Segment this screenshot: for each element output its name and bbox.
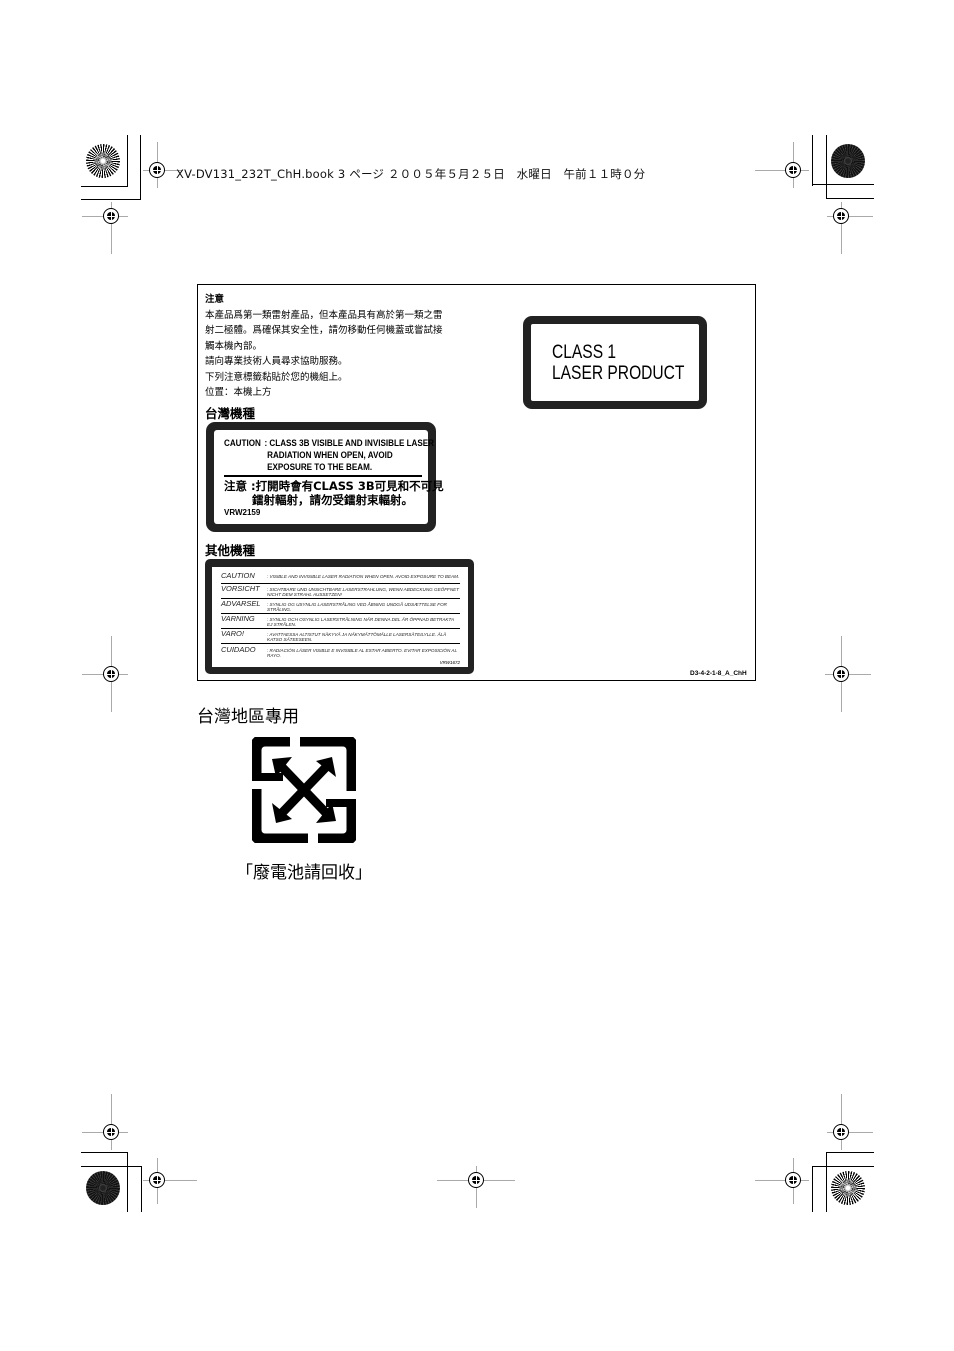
label-code: VRW2159 bbox=[224, 508, 261, 517]
crop-mark bbox=[826, 1152, 874, 1153]
notice-line: 觸本機內部。 bbox=[205, 340, 263, 352]
crop-mark bbox=[826, 1152, 827, 1212]
warning-text: : RADIACIÓN LÁSER VISIBLE E INVISIBLE AL… bbox=[267, 648, 457, 659]
crop-mark bbox=[826, 135, 827, 199]
language-key: ADVARSEL bbox=[221, 599, 261, 608]
crop-mark bbox=[127, 135, 128, 186]
warning-text: : SYNLIG OCH OSYNLIG LASERSTRÅLNING NÄR … bbox=[267, 617, 454, 628]
crop-mark bbox=[81, 186, 128, 187]
notice-line: 下列注意標籤黏貼於您的機組上。 bbox=[205, 371, 348, 383]
notice-title: 注意 bbox=[205, 294, 225, 305]
language-key: VORSICHT bbox=[221, 584, 260, 593]
registration-mark-icon bbox=[149, 1172, 165, 1188]
crop-mark bbox=[81, 1152, 128, 1153]
caution-zh-line: 鐳射輻射，請勿受鐳射束輻射。 bbox=[252, 493, 413, 507]
crop-mark bbox=[81, 1166, 141, 1167]
warning-text: : SYNLIG OG USYNLIG LASERSTRÅLING VED ÅB… bbox=[267, 602, 447, 613]
taiwan-model-heading: 台灣機種 bbox=[205, 406, 256, 421]
registration-mark-icon bbox=[833, 1124, 849, 1140]
crop-mark bbox=[812, 135, 813, 186]
recycle-caption: 「廢電池請回收」 bbox=[236, 863, 372, 883]
crop-mark bbox=[826, 198, 874, 199]
multilingual-caution-label: CAUTION : VISIBLE AND INVISIBLE LASER RA… bbox=[205, 559, 474, 674]
warning-text: : AVATTAESSA ALTISTUT NÄKYVÄ JA NÄKYMÄTT… bbox=[267, 632, 447, 643]
registration-mark-icon bbox=[833, 208, 849, 224]
notice-line: 位置：本機上方 bbox=[205, 387, 272, 398]
registration-mark-icon bbox=[785, 1172, 801, 1188]
registration-mark-icon bbox=[833, 666, 849, 682]
caution-line: RADIATION WHEN OPEN, AVOID bbox=[267, 450, 393, 460]
crop-mark bbox=[81, 199, 141, 200]
registration-mark-icon bbox=[103, 208, 119, 224]
registration-star-icon bbox=[86, 1171, 120, 1205]
crop-mark bbox=[141, 1166, 142, 1212]
taiwan-only-heading: 台灣地區專用 bbox=[197, 707, 299, 727]
crop-mark bbox=[127, 1152, 128, 1212]
registration-mark-icon bbox=[149, 162, 165, 178]
caution-chinese-text: 注意 :打開時會有CLASS 3B可見和不可見 鐳射輻射，請勿受鐳射束輻射。 bbox=[224, 479, 444, 507]
registration-mark-icon bbox=[468, 1172, 484, 1188]
warning-text: : SICHTBARE UND UNSICHTBARE LASERSTRAHLU… bbox=[267, 587, 460, 598]
label-divider bbox=[224, 475, 422, 477]
class1-laser-label: CLASS 1 LASER PRODUCT bbox=[523, 316, 707, 409]
caution-english-text: CAUTION: CLASS 3B VISIBLE AND INVISIBLE … bbox=[224, 437, 434, 473]
registration-mark-icon bbox=[103, 666, 119, 682]
language-key: CAUTION bbox=[221, 571, 255, 580]
language-key: VARO! bbox=[221, 629, 244, 638]
notice-line: 射二極體。爲確保其安全性，請勿移動任何機蓋或嘗試接 bbox=[205, 325, 443, 336]
notice-text-block: 注意 本產品爲第一類雷射產品，但本產品具有高於第一類之雷 射二極體。爲確保其安全… bbox=[205, 292, 443, 401]
registration-star-icon bbox=[831, 1171, 865, 1205]
notice-line: 本產品爲第一類雷射產品，但本產品具有高於第一類之雷 bbox=[205, 309, 443, 321]
label-code: VRW1672 bbox=[439, 660, 460, 665]
document-code: D3-4-2-1-8_A_ChH bbox=[690, 670, 747, 677]
taiwan-caution-label: CAUTION: CLASS 3B VISIBLE AND INVISIBLE … bbox=[206, 422, 444, 532]
class1-line: LASER PRODUCT bbox=[552, 363, 685, 384]
caution-key: CAUTION bbox=[224, 438, 261, 448]
caution-zh-line: 注意 :打開時會有CLASS 3B可見和不可見 bbox=[224, 479, 444, 493]
registration-star-icon bbox=[86, 144, 120, 178]
language-key: CUIDADO bbox=[221, 645, 256, 654]
class1-line: CLASS 1 bbox=[552, 342, 617, 363]
waste-battery-recycling-icon bbox=[252, 737, 356, 843]
crop-mark bbox=[140, 135, 141, 199]
notice-line: 請向專業技術人員尋求協助服務。 bbox=[205, 356, 348, 367]
registration-mark-icon bbox=[785, 162, 801, 178]
caution-line: : CLASS 3B VISIBLE AND INVISIBLE LASER bbox=[264, 438, 434, 448]
registration-star-icon bbox=[831, 144, 865, 178]
crop-mark bbox=[812, 184, 874, 185]
other-models-heading: 其他機種 bbox=[205, 543, 256, 558]
caution-line: EXPOSURE TO THE BEAM. bbox=[267, 462, 373, 472]
registration-mark-icon bbox=[103, 1124, 119, 1140]
crop-mark bbox=[812, 1166, 874, 1167]
crop-mark bbox=[812, 1166, 813, 1212]
language-key: VARNING bbox=[221, 614, 255, 623]
warning-text: : VISIBLE AND INVISIBLE LASER RADIATION … bbox=[267, 574, 460, 579]
file-info-header: XV-DV131_232T_ChH.book 3 ページ ２００５年５月２５日 … bbox=[176, 167, 646, 181]
class1-text: CLASS 1 LASER PRODUCT bbox=[552, 342, 684, 384]
